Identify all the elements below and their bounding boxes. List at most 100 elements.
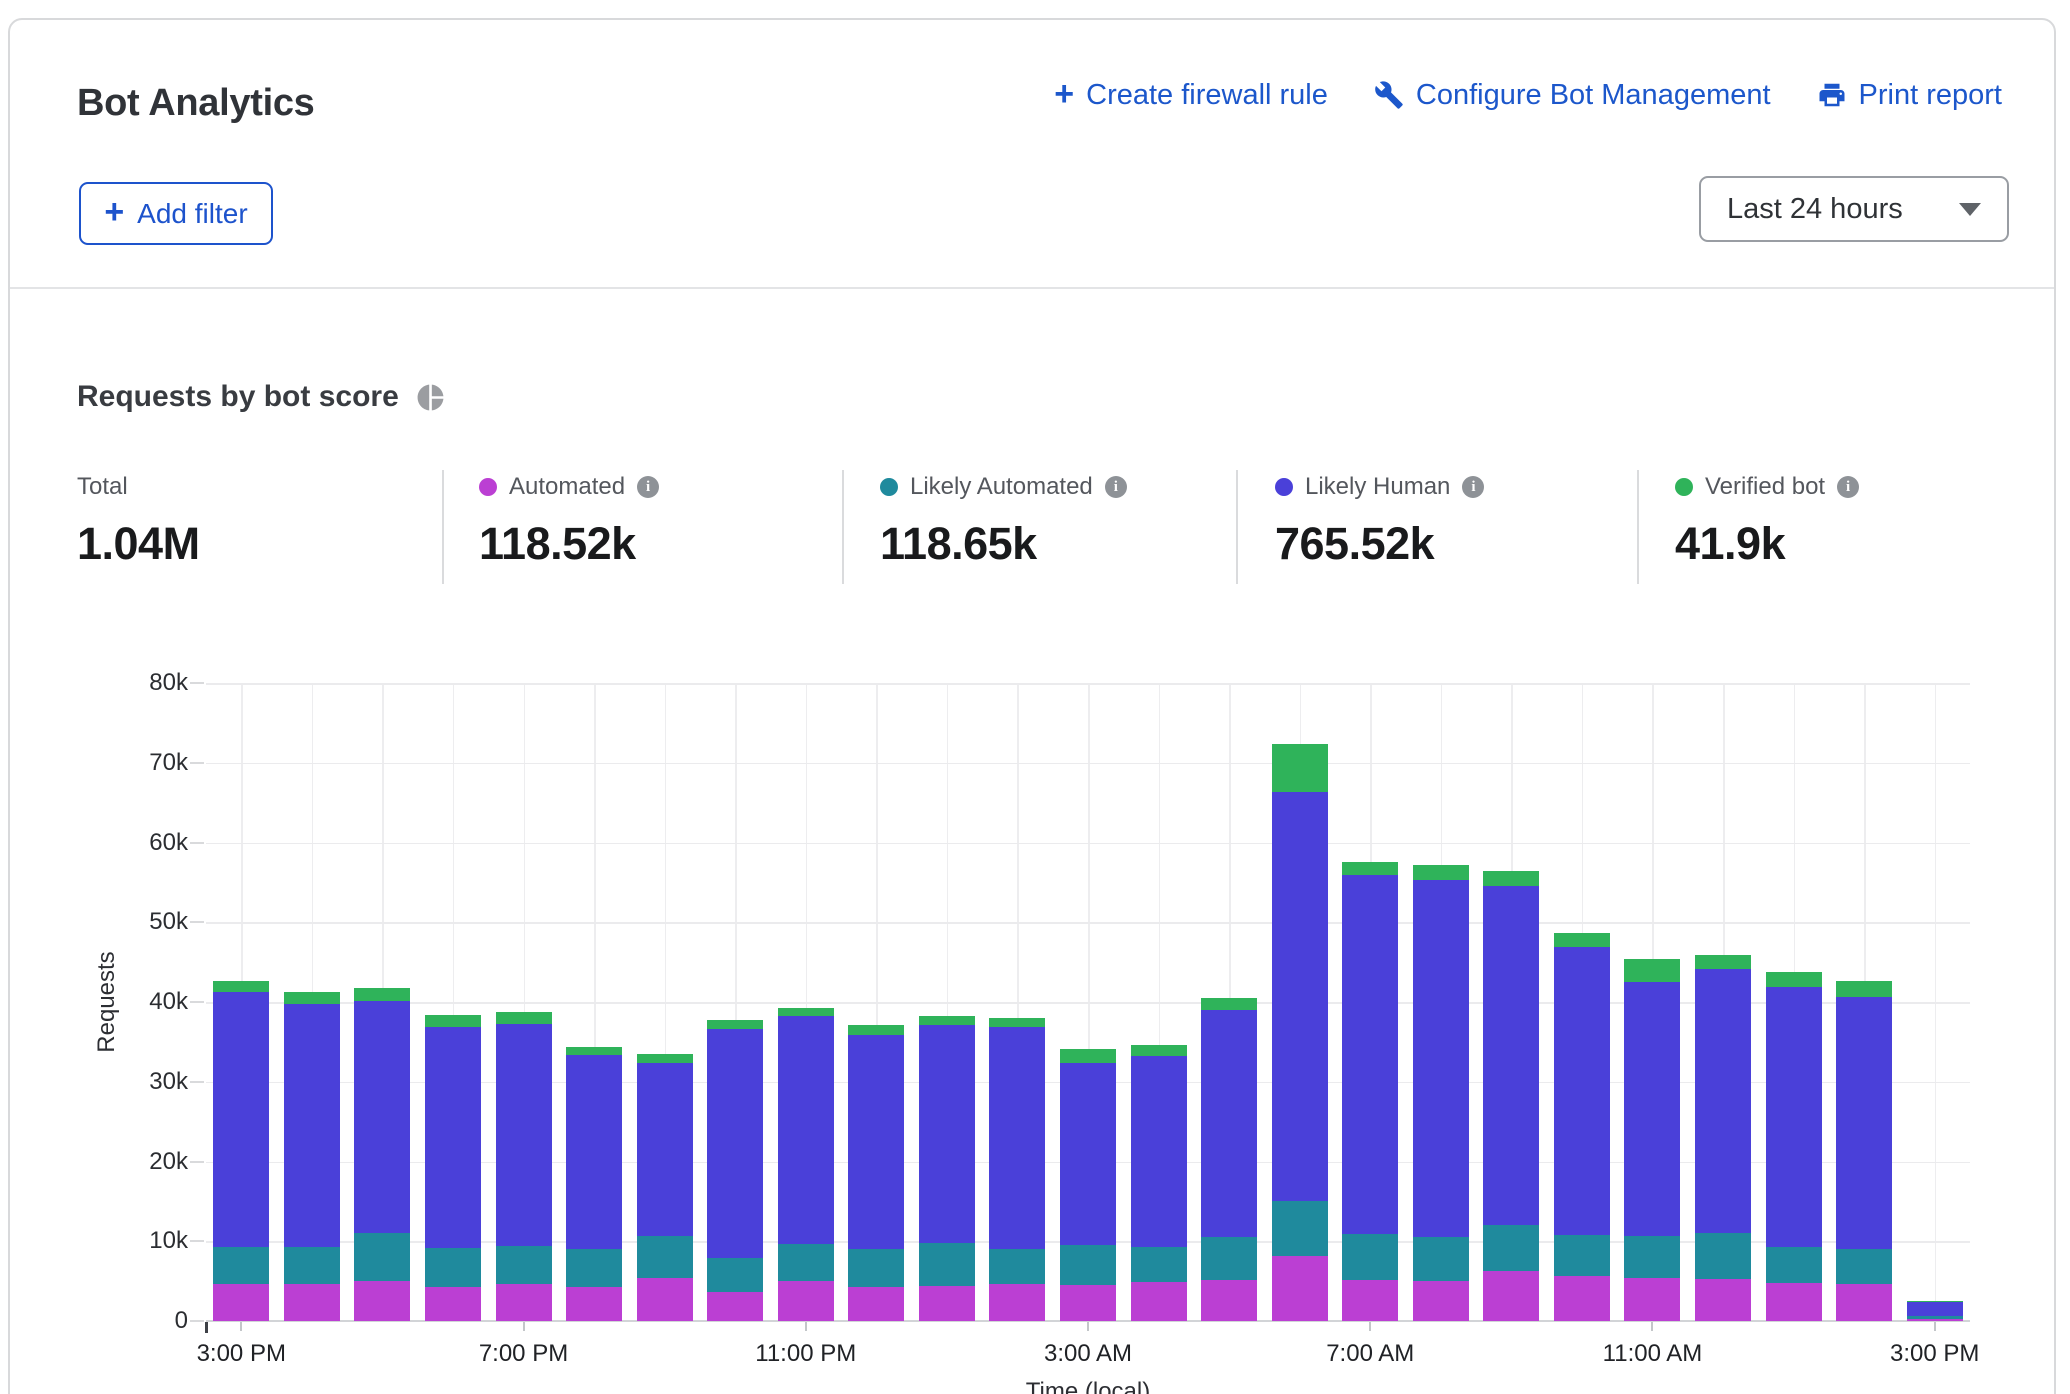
bar-segment-automated[interactable] [778, 1281, 834, 1321]
bar-segment-automated[interactable] [354, 1281, 410, 1321]
bar-segment-likely-automated[interactable] [284, 1247, 340, 1284]
bar-1-00-pm[interactable] [1766, 683, 1822, 1321]
bar-7-00-pm[interactable] [496, 683, 552, 1321]
bar-segment-likely-automated[interactable] [425, 1248, 481, 1286]
bar-segment-likely-human[interactable] [354, 1001, 410, 1233]
bar-segment-automated[interactable] [1554, 1276, 1610, 1321]
time-range-dropdown[interactable]: Last 24 hours [1699, 176, 2009, 242]
bar-segment-likely-automated[interactable] [1836, 1249, 1892, 1284]
bar-segment-likely-automated[interactable] [989, 1249, 1045, 1284]
bar-segment-likely-automated[interactable] [566, 1249, 622, 1286]
bar-8-00-pm[interactable] [566, 683, 622, 1321]
bar-segment-likely-human[interactable] [1695, 969, 1751, 1233]
bar-6-00-pm[interactable] [425, 683, 481, 1321]
bar-1-00-am[interactable] [919, 683, 975, 1321]
bar-segment-likely-human[interactable] [1766, 987, 1822, 1247]
configure-bot-management-link[interactable]: Configure Bot Management [1374, 79, 1771, 112]
bar-segment-verified-bot[interactable] [778, 1008, 834, 1016]
bar-5-00-pm[interactable] [354, 683, 410, 1321]
bar-segment-verified-bot[interactable] [496, 1012, 552, 1024]
bar-segment-likely-human[interactable] [1483, 886, 1539, 1224]
bar-6-00-am[interactable] [1272, 683, 1328, 1321]
bar-2-00-pm[interactable] [1836, 683, 1892, 1321]
bar-segment-likely-automated[interactable] [1060, 1245, 1116, 1285]
bar-segment-automated[interactable] [1342, 1280, 1398, 1321]
bar-segment-automated[interactable] [989, 1284, 1045, 1321]
bar-segment-automated[interactable] [1907, 1319, 1963, 1321]
bar-segment-automated[interactable] [1624, 1278, 1680, 1321]
bar-4-00-pm[interactable] [284, 683, 340, 1321]
bar-10-00-am[interactable] [1554, 683, 1610, 1321]
bar-segment-verified-bot[interactable] [848, 1025, 904, 1035]
bar-segment-automated[interactable] [707, 1292, 763, 1322]
bar-segment-automated[interactable] [566, 1287, 622, 1321]
bar-3-00-pm[interactable] [213, 683, 269, 1321]
bar-segment-automated[interactable] [496, 1284, 552, 1321]
bar-5-00-am[interactable] [1201, 683, 1257, 1321]
bar-segment-verified-bot[interactable] [213, 981, 269, 991]
bar-segment-automated[interactable] [1483, 1271, 1539, 1321]
bar-segment-verified-bot[interactable] [284, 992, 340, 1003]
bar-segment-verified-bot[interactable] [1836, 981, 1892, 997]
bar-segment-verified-bot[interactable] [1413, 865, 1469, 880]
bar-segment-likely-human[interactable] [1060, 1063, 1116, 1245]
bar-segment-likely-human[interactable] [637, 1063, 693, 1236]
bar-segment-verified-bot[interactable] [1624, 959, 1680, 982]
bar-11-00-pm[interactable] [778, 683, 834, 1321]
bar-segment-likely-automated[interactable] [1272, 1201, 1328, 1257]
bar-segment-verified-bot[interactable] [1907, 1301, 1963, 1302]
bar-segment-likely-automated[interactable] [1624, 1236, 1680, 1278]
bar-segment-verified-bot[interactable] [1272, 744, 1328, 792]
bar-segment-likely-human[interactable] [213, 992, 269, 1247]
bar-segment-verified-bot[interactable] [1060, 1049, 1116, 1063]
bar-segment-likely-human[interactable] [1836, 997, 1892, 1249]
bar-segment-likely-human[interactable] [1554, 947, 1610, 1235]
bar-segment-automated[interactable] [284, 1284, 340, 1321]
bar-11-00-am[interactable] [1624, 683, 1680, 1321]
bar-segment-likely-automated[interactable] [1695, 1233, 1751, 1278]
bar-segment-verified-bot[interactable] [1483, 871, 1539, 886]
bar-segment-likely-automated[interactable] [778, 1244, 834, 1281]
bar-segment-likely-automated[interactable] [637, 1236, 693, 1278]
bar-segment-verified-bot[interactable] [425, 1015, 481, 1027]
bar-segment-automated[interactable] [1201, 1280, 1257, 1321]
bar-segment-likely-automated[interactable] [1483, 1225, 1539, 1271]
bar-segment-likely-automated[interactable] [707, 1258, 763, 1291]
bar-9-00-am[interactable] [1483, 683, 1539, 1321]
add-filter-button[interactable]: + Add filter [79, 182, 273, 245]
bar-segment-automated[interactable] [1413, 1281, 1469, 1321]
bar-segment-automated[interactable] [1131, 1282, 1187, 1321]
bar-segment-verified-bot[interactable] [1766, 972, 1822, 987]
bar-segment-likely-human[interactable] [1201, 1010, 1257, 1237]
bar-8-00-am[interactable] [1413, 683, 1469, 1321]
bar-segment-likely-human[interactable] [1342, 875, 1398, 1234]
bar-segment-automated[interactable] [1272, 1256, 1328, 1321]
bar-9-00-pm[interactable] [637, 683, 693, 1321]
bar-segment-likely-human[interactable] [1413, 880, 1469, 1237]
info-icon[interactable]: i [1462, 476, 1484, 498]
bar-segment-likely-automated[interactable] [1766, 1247, 1822, 1283]
info-icon[interactable]: i [637, 476, 659, 498]
bar-segment-automated[interactable] [1766, 1283, 1822, 1321]
bar-segment-verified-bot[interactable] [1201, 998, 1257, 1010]
bar-segment-verified-bot[interactable] [354, 988, 410, 1001]
bar-segment-likely-human[interactable] [1907, 1302, 1963, 1316]
bar-segment-verified-bot[interactable] [989, 1018, 1045, 1027]
bar-3-00-am[interactable] [1060, 683, 1116, 1321]
bar-3-00-pm[interactable] [1907, 683, 1963, 1321]
info-icon[interactable]: i [1837, 476, 1859, 498]
bar-segment-verified-bot[interactable] [1342, 862, 1398, 876]
bar-10-00-pm[interactable] [707, 683, 763, 1321]
bar-segment-likely-automated[interactable] [1413, 1237, 1469, 1281]
create-firewall-rule-link[interactable]: + Create firewall rule [1054, 78, 1328, 112]
bar-segment-automated[interactable] [1695, 1279, 1751, 1321]
bar-segment-verified-bot[interactable] [919, 1016, 975, 1025]
bar-segment-likely-human[interactable] [1272, 792, 1328, 1200]
print-report-link[interactable]: Print report [1817, 79, 2002, 112]
bar-segment-likely-human[interactable] [848, 1035, 904, 1250]
bar-segment-likely-automated[interactable] [1342, 1234, 1398, 1280]
bar-segment-verified-bot[interactable] [1695, 955, 1751, 969]
bar-4-00-am[interactable] [1131, 683, 1187, 1321]
bar-segment-likely-human[interactable] [778, 1016, 834, 1243]
bar-segment-likely-automated[interactable] [496, 1246, 552, 1283]
